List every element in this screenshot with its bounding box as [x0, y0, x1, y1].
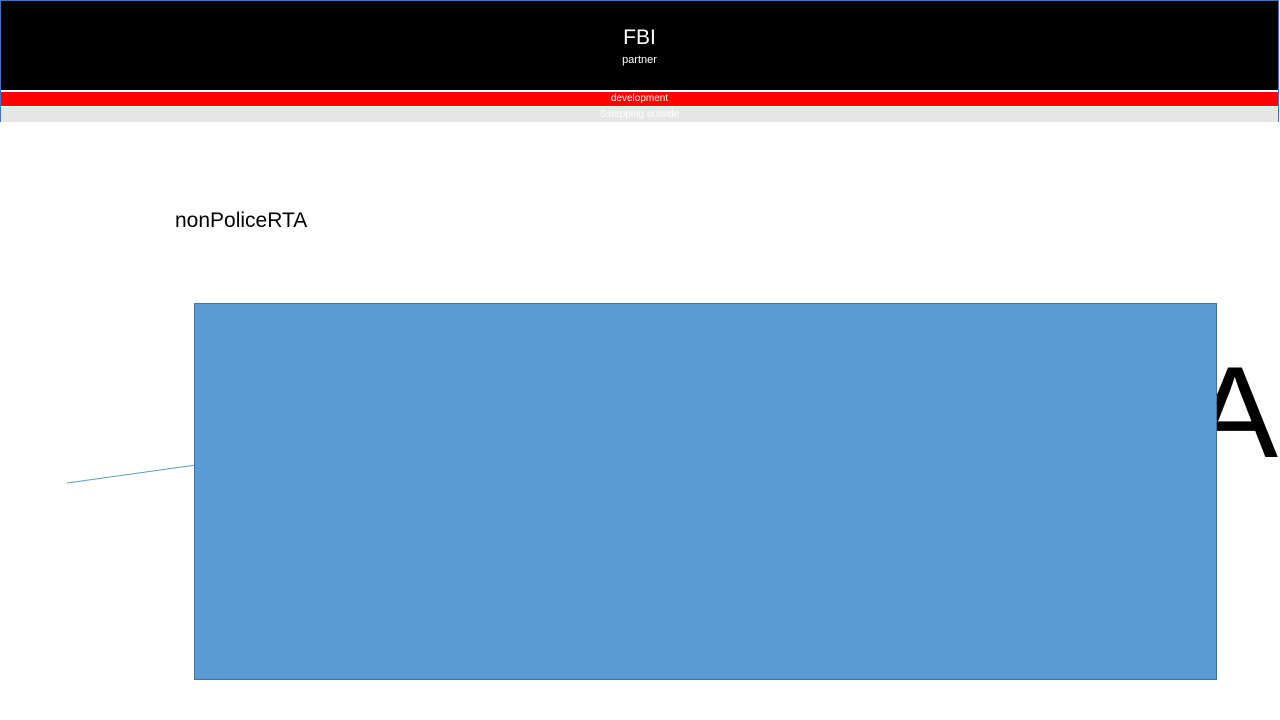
- blue-rectangle-shape[interactable]: [194, 303, 1217, 680]
- slide-canvas: FBI partner development Sstepping outsid…: [0, 0, 1280, 720]
- connector-line-segment: [66, 464, 197, 484]
